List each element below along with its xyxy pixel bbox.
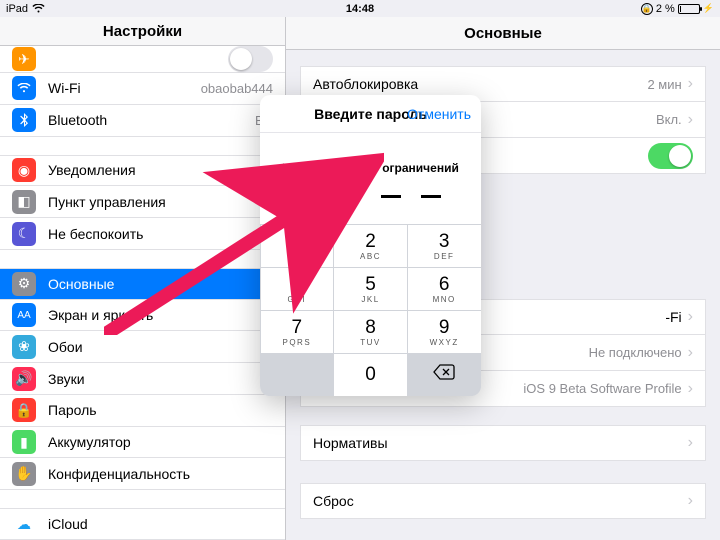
wifi-value: obaobab444 [201,81,273,96]
detail-regulatory[interactable]: Нормативы › [300,425,706,461]
general-label: Основные [48,276,114,292]
sidebar-item-dnd[interactable]: ☾ Не беспокоить [0,218,285,250]
key-5[interactable]: 5JKL [334,268,407,310]
detail-reset[interactable]: Сброс › [300,483,706,519]
passcode-icon: 🔒 [12,398,36,422]
control-center-icon: ◧ [12,190,36,214]
chevron-icon: › [688,308,693,326]
cancel-button[interactable]: Отменить [407,106,471,122]
status-time: 14:48 [0,3,720,15]
airplane-toggle[interactable] [228,46,273,72]
wallpaper-icon: ❀ [12,335,36,359]
wallpaper-label: Обои [48,339,83,355]
icloud-icon: ☁ [12,512,36,536]
display-label: Экран и яркость [48,307,153,323]
icloud-label: iCloud [48,516,88,532]
profile-value: iOS 9 Beta Software Profile [523,381,681,396]
chevron-icon: › [688,344,693,362]
control-center-label: Пункт управления [48,194,166,210]
sidebar-item-passcode[interactable]: 🔒 Пароль [0,395,285,427]
general-icon: ⚙ [12,272,36,296]
sidebar-item-bluetooth[interactable]: Bluetooth Вы [0,105,285,137]
key-9[interactable]: 9WXYZ [408,311,481,353]
passcode-modal: Введите пароль Отменить Введите пароль о… [260,95,481,396]
reset-label: Сброс [313,493,354,509]
sidebar-title: Настройки [0,17,285,46]
pin-entry [260,195,481,198]
pin-dash [421,195,441,198]
status-bar: iPad 14:48 🔒 2 % ⚡ [0,0,720,17]
sidebar-item-control-center[interactable]: ◧ Пункт управления [0,186,285,218]
passcode-label: Пароль [48,402,97,418]
key-4[interactable]: 4GHI [261,268,334,310]
chevron-icon: › [688,111,693,129]
chevron-icon: › [688,75,693,93]
key-8[interactable]: 8TUV [334,311,407,353]
pin-dash [341,195,361,198]
sidebar-item-battery[interactable]: ▮ Аккумулятор [0,427,285,459]
restrictions-value: Вкл. [656,112,682,127]
chevron-icon: › [688,434,693,452]
key-blank [261,354,334,396]
key-backspace[interactable] [408,354,481,396]
wifi-settings-icon [12,76,36,100]
vpn-value: Не подключено [589,345,682,360]
regulatory-label: Нормативы [313,435,388,451]
notifications-label: Уведомления [48,162,136,178]
backspace-icon [433,364,455,386]
modal-prompt: Введите пароль ограничений [260,161,481,175]
display-icon: AA [12,303,36,327]
pin-dash [381,195,401,198]
pin-dash [301,195,321,198]
sidebar-item-general[interactable]: ⚙ Основные [0,268,285,300]
wifi-label: Wi-Fi [48,80,81,96]
bluetooth-label: Bluetooth [48,112,107,128]
modal-header: Введите пароль Отменить [260,95,481,133]
battery-label: Аккумулятор [48,434,131,450]
privacy-icon: ✋ [12,462,36,486]
key-1[interactable]: 1 [261,225,334,267]
battery-icon [678,4,700,14]
sidebar-item-wifi[interactable]: Wi-Fi obaobab444 [0,73,285,105]
sidebar-item-wallpaper[interactable]: ❀ Обои [0,331,285,363]
sidebar-item-icloud[interactable]: ☁ iCloud [0,508,285,540]
sidebar: Настройки ✈ Wi-Fi obaobab444 Bluetooth В… [0,17,286,540]
sidebar-item-notifications[interactable]: ◉ Уведомления [0,155,285,187]
key-2[interactable]: 2ABC [334,225,407,267]
chevron-icon: › [688,380,693,398]
key-6[interactable]: 6MNO [408,268,481,310]
number-keypad: 1 2ABC 3DEF 4GHI 5JKL 6MNO 7PQRS 8TUV 9W… [260,224,481,396]
autolock-label: Автоблокировка [313,76,418,92]
privacy-label: Конфиденциальность [48,466,190,482]
detail-toggle[interactable] [648,143,693,169]
sounds-icon: 🔊 [12,367,36,391]
bluetooth-icon [12,108,36,132]
notifications-icon: ◉ [12,158,36,182]
sidebar-item-display[interactable]: AA Экран и яркость [0,300,285,332]
sidebar-item-airplane[interactable]: ✈ [0,46,285,73]
key-3[interactable]: 3DEF [408,225,481,267]
key-0[interactable]: 0 [334,354,407,396]
detail-title: Основные [286,17,720,50]
airplane-icon: ✈ [12,47,36,71]
battery-settings-icon: ▮ [12,430,36,454]
dnd-icon: ☾ [12,222,36,246]
sounds-label: Звуки [48,371,85,387]
sidebar-item-sounds[interactable]: 🔊 Звуки [0,363,285,395]
modal-body: Введите пароль ограничений [260,133,481,224]
key-7[interactable]: 7PQRS [261,311,334,353]
autolock-value: 2 мин [647,77,681,92]
sidebar-item-privacy[interactable]: ✋ Конфиденциальность [0,458,285,490]
dnd-label: Не беспокоить [48,226,143,242]
chevron-icon: › [688,492,693,510]
